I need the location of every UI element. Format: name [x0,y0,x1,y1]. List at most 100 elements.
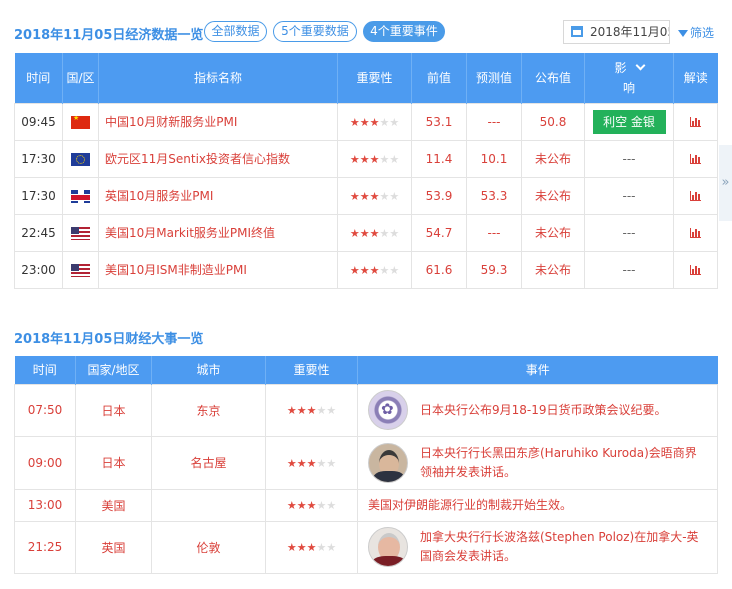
ev-col-city: 城市 [151,356,266,384]
table-row: 17:30 欧元区11月Sentix投资者信心指数 ★★★★★ 11.4 10.1 未公布… [14,139,718,178]
star-icon: ★ [359,152,370,166]
star-icon: ★ [306,456,317,470]
ev-col-time: 时间 [14,356,76,384]
star-icon: ★ [369,263,380,277]
importance-stars: ★★★★★ [287,541,336,554]
economic-data-table: 时间 国/区 指标名称 重要性 前值 预测值 公布值 影 响 解读 09:45 中… [14,53,718,289]
chevron-down-icon [635,60,645,71]
bar-chart-icon[interactable] [690,191,701,201]
event-importance-cell: ★★★★★ [265,383,358,437]
expand-side-panel-button[interactable]: » [719,145,732,221]
star-icon: ★ [359,226,370,240]
filter-important-events-button[interactable]: 4个重要事件 [363,21,445,42]
event-country-cell: 美国 [75,488,152,522]
events-table: 时间 国家/地区 城市 重要性 事件 07:50日本东京★★★★★日本央行公布9… [14,356,718,574]
col-forecast: 预测值 [466,53,522,103]
impact-header-top: 影 [614,60,627,75]
star-icon: ★ [326,456,337,470]
actual-cell: 50.8 [521,102,585,141]
importance-cell: ★★★★★ [337,139,412,178]
indicator-link[interactable]: 美国10月ISM非制造业PMI [98,250,338,289]
flag-cell [62,213,99,252]
event-city-cell: 名古屋 [151,435,266,490]
filter-important-data-button[interactable]: 5个重要数据 [273,21,357,42]
actual-cell: 未公布 [521,176,585,215]
bar-chart-icon[interactable] [690,117,701,127]
col-region: 国/区 [62,53,99,103]
star-icon: ★ [316,499,327,512]
star-icon: ★ [379,189,390,203]
previous-cell: 53.1 [411,102,467,141]
importance-stars: ★★★★★ [350,190,399,203]
table-row: 22:45 美国10月Markit服务业PMI终值 ★★★★★ 54.7 --- 未公布 -… [14,213,718,252]
filter-button[interactable]: 筛选 [678,24,714,41]
importance-cell: ★★★★★ [337,250,412,289]
star-icon: ★ [326,404,337,417]
impact-cell: --- [584,250,674,289]
interpret-cell[interactable] [673,250,718,289]
ev-col-event: 事件 [357,356,718,384]
event-time-cell: 21:25 [14,520,76,574]
star-icon: ★ [349,263,360,277]
star-icon: ★ [369,226,380,240]
impact-cell: --- [584,176,674,215]
flag-cell [62,102,99,141]
event-text-line: 美国对伊朗能源行业的制裁开始生效。 [368,497,573,512]
star-icon: ★ [326,541,337,554]
importance-stars: ★★★★★ [287,499,336,512]
events-header-row: 时间 国家/地区 城市 重要性 事件 [14,356,718,384]
indicator-link[interactable]: 美国10月Markit服务业PMI终值 [98,213,338,252]
table-row: 23:00 美国10月ISM非制造业PMI ★★★★★ 61.6 59.3 未公布 --- [14,250,718,289]
interpret-cell[interactable] [673,139,718,178]
forecast-cell: 10.1 [466,139,522,178]
impact-cell: --- [584,139,674,178]
interpret-cell[interactable] [673,213,718,252]
interpret-cell[interactable] [673,176,718,215]
filter-all-data-button[interactable]: 全部数据 [204,21,267,42]
indicator-link[interactable]: 中国10月财新服务业PMI [98,102,338,141]
us-flag-icon [71,226,90,240]
actual-cell: 未公布 [521,139,585,178]
event-text-line: 日本央行公布9月18-19日货币政策会议纪要。 [420,402,667,417]
indicator-link[interactable]: 欧元区11月Sentix投资者信心指数 [98,139,338,178]
event-description-cell: 美国对伊朗能源行业的制裁开始生效。 [357,488,718,522]
actual-cell: 未公布 [521,250,585,289]
table-row: 17:30 英国10月服务业PMI ★★★★★ 53.9 53.3 未公布 --- [14,176,718,215]
funnel-icon [678,30,688,37]
eu-flag-icon [71,152,90,166]
event-row: 09:00 日本 名古屋 ★★★★★ 日本央行行长黑田东彦(Haruhiko Kurod… [14,435,718,490]
star-icon: ★ [369,189,380,203]
star-icon: ★ [316,456,327,470]
poloz-avatar [368,527,408,567]
star-icon: ★ [296,499,307,512]
bar-chart-icon[interactable] [690,154,701,164]
filter-label: 筛选 [690,26,715,40]
star-icon: ★ [349,152,360,166]
star-icon: ★ [389,152,400,166]
star-icon: ★ [349,115,360,129]
star-icon: ★ [286,499,297,512]
bar-chart-icon[interactable] [690,265,701,275]
star-icon: ★ [349,226,360,240]
impact-cell: --- [584,213,674,252]
importance-cell: ★★★★★ [337,102,412,141]
star-icon: ★ [349,189,360,203]
events-section-title: 2018年11月05日财经大事一览 [14,332,204,347]
interpret-cell[interactable] [673,102,718,141]
date-picker[interactable]: 2018年11月05日 [563,20,670,44]
previous-cell: 54.7 [411,213,467,252]
uk-flag-icon [71,189,90,203]
star-icon: ★ [306,404,317,417]
star-icon: ★ [286,404,297,417]
flag-cell [62,250,99,289]
indicator-link[interactable]: 英国10月服务业PMI [98,176,338,215]
time-cell: 23:00 [14,250,63,289]
event-country-cell: 英国 [75,520,152,574]
star-icon: ★ [286,456,297,470]
seal-avatar [368,390,408,430]
previous-cell: 61.6 [411,250,467,289]
bar-chart-icon[interactable] [690,228,701,238]
importance-cell: ★★★★★ [337,213,412,252]
event-importance-cell: ★★★★★ [265,488,358,522]
col-impact[interactable]: 影 响 [584,53,674,103]
